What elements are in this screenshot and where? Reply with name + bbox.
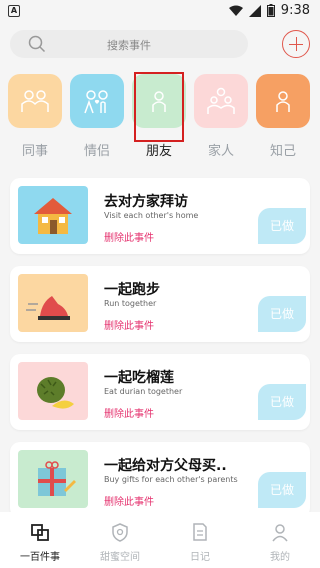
event-subtitle: Eat durian together — [104, 387, 183, 396]
user-icon — [272, 524, 288, 542]
delete-event-link[interactable]: 删除此事件 — [104, 229, 154, 244]
bottom-tab-bar: 一百件事 甜蜜空间 日记 我的 — [0, 512, 320, 568]
done-button[interactable]: 已做 — [258, 296, 306, 332]
search-input[interactable]: 搜索事件 — [10, 30, 248, 58]
delete-event-link[interactable]: 删除此事件 — [104, 405, 154, 420]
delete-event-link[interactable]: 删除此事件 — [104, 317, 154, 332]
category-label: 知己 — [269, 144, 296, 159]
tab-hundred-things[interactable]: 一百件事 — [0, 512, 80, 568]
event-title: 一起吃榴莲 — [104, 370, 174, 386]
add-event-button[interactable] — [282, 30, 310, 58]
battery-icon — [266, 4, 275, 17]
category-label: 朋友 — [145, 144, 172, 159]
confidant-icon — [256, 74, 310, 128]
gift-icon — [18, 450, 88, 508]
search-placeholder: 搜索事件 — [107, 39, 151, 52]
house-icon — [18, 186, 88, 244]
category-family[interactable]: 家人 — [194, 74, 248, 159]
tab-diary[interactable]: 日记 — [160, 512, 240, 568]
durian-icon — [18, 362, 88, 420]
done-button[interactable]: 已做 — [258, 384, 306, 420]
tab-mine[interactable]: 我的 — [240, 512, 320, 568]
hundred-things-icon — [31, 524, 49, 541]
shield-icon — [112, 523, 128, 542]
app-notification-icon: A — [8, 5, 20, 17]
colleague-icon — [8, 74, 62, 128]
category-label: 情侣 — [83, 144, 110, 159]
event-subtitle: Run together — [104, 299, 157, 308]
diary-icon — [193, 523, 207, 541]
tab-label: 甜蜜空间 — [100, 552, 140, 563]
tab-label: 一百件事 — [20, 552, 60, 563]
signal-icon — [248, 4, 261, 17]
delete-event-link[interactable]: 删除此事件 — [104, 493, 154, 508]
done-button[interactable]: 已做 — [258, 208, 306, 244]
event-card[interactable]: 一起给对方父母买.. Buy gifts for each other's pa… — [10, 442, 310, 518]
family-icon — [194, 74, 248, 128]
clock: 9:38 — [280, 3, 310, 18]
category-label: 家人 — [207, 144, 234, 159]
selected-category-highlight — [134, 72, 184, 142]
search-row: 搜索事件 — [10, 30, 310, 58]
event-card[interactable]: 去对方家拜访 Visit each other's home 删除此事件 已做 — [10, 178, 310, 254]
event-card[interactable]: 一起跑步 Run together 删除此事件 已做 — [10, 266, 310, 342]
event-title: 去对方家拜访 — [104, 194, 188, 210]
tab-sweet-space[interactable]: 甜蜜空间 — [80, 512, 160, 568]
event-title: 一起跑步 — [104, 282, 160, 298]
tab-label: 我的 — [270, 552, 290, 563]
event-subtitle: Visit each other's home — [104, 211, 199, 220]
event-title: 一起给对方父母买.. — [104, 458, 227, 474]
running-shoe-icon — [18, 274, 88, 332]
category-couple[interactable]: 情侣 — [70, 74, 124, 159]
couple-icon — [70, 74, 124, 128]
category-confidant[interactable]: 知己 — [256, 74, 310, 159]
status-bar: A 9:38 — [0, 0, 320, 24]
category-colleague[interactable]: 同事 — [8, 74, 62, 159]
tab-label: 日记 — [190, 552, 210, 563]
event-subtitle: Buy gifts for each other's parents — [104, 475, 238, 484]
done-button[interactable]: 已做 — [258, 472, 306, 508]
wifi-icon — [228, 5, 243, 16]
event-card[interactable]: 一起吃榴莲 Eat durian together 删除此事件 已做 — [10, 354, 310, 430]
category-label: 同事 — [21, 144, 48, 159]
